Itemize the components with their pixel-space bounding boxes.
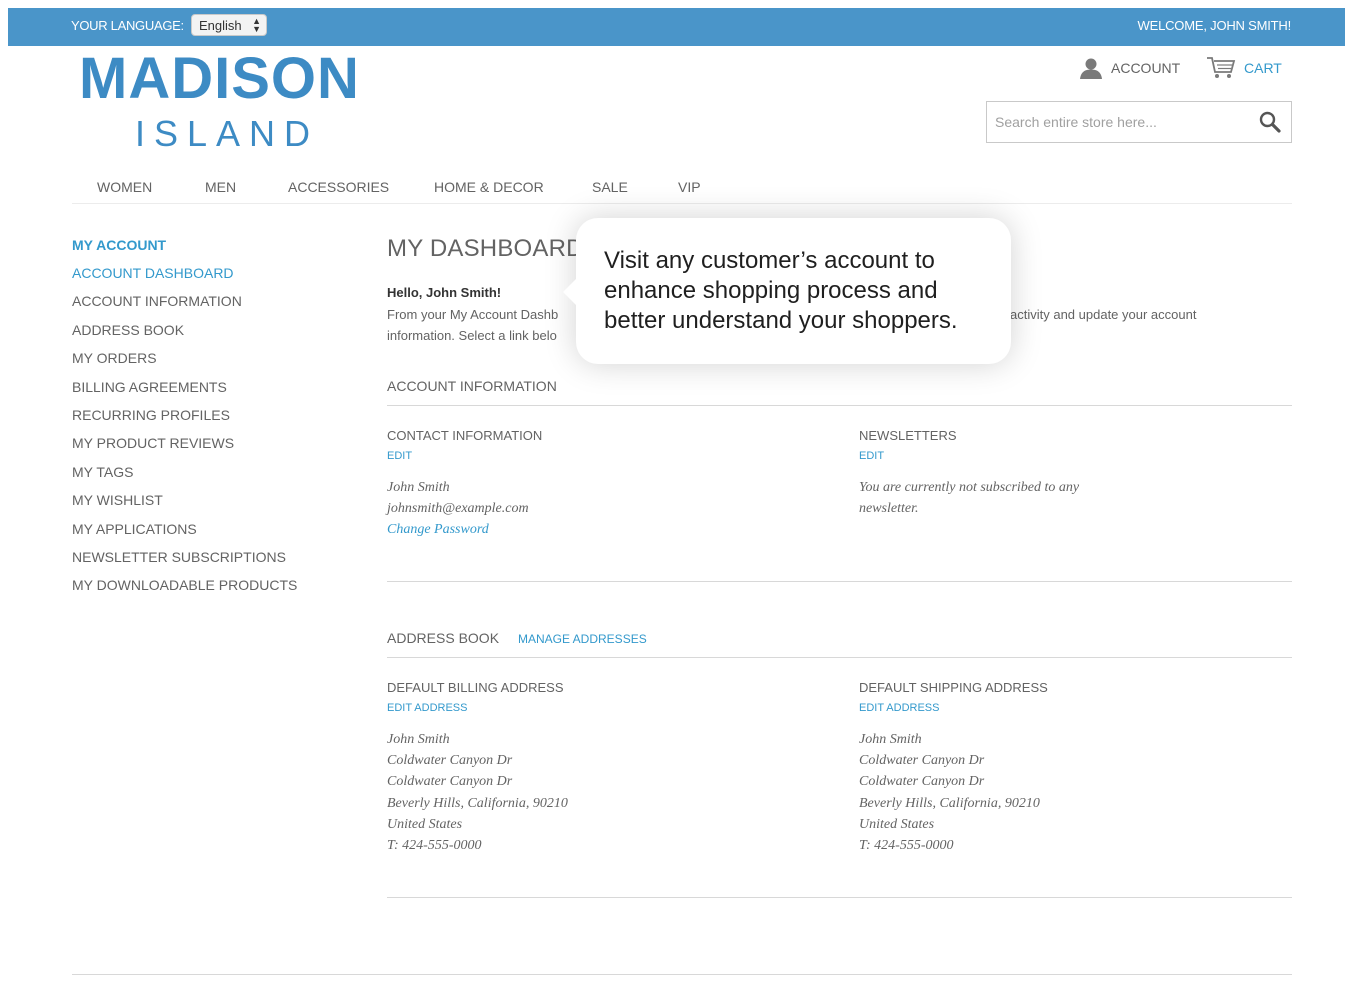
cart-icon — [1207, 57, 1236, 78]
search-box — [986, 101, 1292, 143]
nav-accessories[interactable]: ACCESSORIES — [288, 179, 389, 195]
intro-text-line1: From your My Account Dashb — [387, 307, 559, 322]
sidebar-item-address-book[interactable]: ADDRESS BOOK — [72, 320, 352, 348]
shipping-address-title: DEFAULT SHIPPING ADDRESS — [859, 680, 1048, 695]
billing-line: United States — [387, 816, 463, 832]
sidebar-item-account-information[interactable]: ACCOUNT INFORMATION — [72, 291, 352, 319]
contact-information-title: CONTACT INFORMATION — [387, 428, 543, 443]
search-icon[interactable] — [1259, 111, 1281, 133]
sidebar-item-account-dashboard[interactable]: ACCOUNT DASHBOARD — [72, 263, 352, 291]
contact-email: johnsmith@example.com — [387, 501, 529, 517]
logo-madison[interactable]: MADISON — [79, 48, 360, 110]
account-information-title: ACCOUNT INFORMATION — [387, 378, 557, 394]
billing-address: John Smith Coldwater Canyon Dr Coldwater… — [387, 729, 568, 856]
shipping-line: Coldwater Canyon Dr — [859, 753, 985, 769]
sidebar-item-newsletter-subscriptions[interactable]: NEWSLETTER SUBSCRIPTIONS — [72, 547, 352, 575]
manage-addresses-link[interactable]: MANAGE ADDRESSES — [518, 632, 647, 646]
section-divider — [387, 405, 1292, 406]
section-divider — [387, 657, 1292, 658]
callout-line: Visit any customer’s account to — [604, 247, 935, 274]
newsletter-status-line2: newsletter. — [859, 501, 919, 517]
shipping-edit-address-link[interactable]: EDIT ADDRESS — [859, 702, 940, 714]
callout-line: enhance shopping process and — [604, 277, 938, 304]
sidebar-item-my-wishlist[interactable]: MY WISHLIST — [72, 490, 352, 518]
language-select[interactable]: English ▲ ▼ — [191, 14, 267, 36]
billing-address-title: DEFAULT BILLING ADDRESS — [387, 680, 564, 695]
cart-link[interactable]: CART — [1206, 56, 1282, 80]
change-password-link[interactable]: Change Password — [387, 519, 529, 540]
sidebar-item-billing-agreements[interactable]: BILLING AGREEMENTS — [72, 377, 352, 405]
nav-women[interactable]: WOMEN — [97, 179, 152, 195]
billing-line: John Smith — [387, 732, 450, 747]
language-value: English — [199, 18, 242, 33]
callout-line: better understand your shoppers. — [604, 307, 958, 334]
page-title: MY DASHBOARD — [387, 235, 584, 262]
callout-tooltip: Visit any customer’s account to enhance … — [563, 218, 1011, 364]
account-link[interactable]: ACCOUNT — [1079, 56, 1180, 80]
user-icon — [1080, 58, 1102, 79]
account-label: ACCOUNT — [1111, 60, 1181, 76]
shipping-address: John Smith Coldwater Canyon Dr Coldwater… — [859, 729, 1040, 856]
billing-line: T: 424-555-0000 — [387, 838, 482, 854]
callout-text: Visit any customer’s account to enhance … — [604, 246, 1011, 336]
section-divider — [387, 581, 1292, 582]
language-label: YOUR LANGUAGE: — [71, 18, 184, 33]
section-divider — [387, 897, 1292, 898]
billing-line: Coldwater Canyon Dr — [387, 753, 513, 769]
billing-line: Beverly Hills, California, 90210 — [387, 795, 568, 811]
sidebar-item-my-orders[interactable]: MY ORDERS — [72, 348, 352, 376]
shipping-line: Beverly Hills, California, 90210 — [859, 795, 1040, 811]
sidebar-item-downloadable-products[interactable]: MY DOWNLOADABLE PRODUCTS — [72, 575, 352, 603]
nav-home-decor[interactable]: HOME & DECOR — [434, 179, 544, 195]
contact-edit-link[interactable]: EDIT — [387, 450, 412, 462]
cart-label: CART — [1244, 60, 1282, 76]
newsletters-title: NEWSLETTERS — [859, 428, 957, 443]
greeting: Hello, John Smith! — [387, 285, 502, 300]
shipping-line: Coldwater Canyon Dr — [859, 774, 985, 790]
newsletter-status-line1: You are currently not subscribed to any — [859, 480, 1080, 495]
sidebar-title: MY ACCOUNT — [72, 237, 167, 253]
top-bar: YOUR LANGUAGE: English ▲ ▼ WELCOME, JOHN … — [8, 8, 1345, 46]
sidebar-item-product-reviews[interactable]: MY PRODUCT REVIEWS — [72, 433, 352, 461]
sidebar-item-recurring-profiles[interactable]: RECURRING PROFILES — [72, 405, 352, 433]
footer-divider — [72, 974, 1292, 975]
sidebar-item-my-tags[interactable]: MY TAGS — [72, 462, 352, 490]
contact-details: John Smith johnsmith@example.com Change … — [387, 477, 529, 541]
nav-sale[interactable]: SALE — [592, 179, 628, 195]
shipping-line: T: 424-555-0000 — [859, 838, 954, 854]
intro-text-right: activity and update your account — [1010, 307, 1197, 322]
callout-pointer — [563, 278, 577, 306]
contact-name: John Smith — [387, 480, 450, 495]
shipping-line: John Smith — [859, 732, 922, 747]
address-book-title: ADDRESS BOOK — [387, 630, 500, 646]
newsletter-status: You are currently not subscribed to any … — [859, 477, 1079, 519]
account-sidebar: MY ACCOUNT ACCOUNT DASHBOARD ACCOUNT INF… — [72, 235, 352, 604]
search-input[interactable] — [987, 102, 1247, 142]
nav-men[interactable]: MEN — [205, 179, 236, 195]
newsletters-edit-link[interactable]: EDIT — [859, 450, 884, 462]
select-arrows-icon: ▲ ▼ — [252, 16, 261, 34]
welcome-message: WELCOME, JOHN SMITH! — [1137, 18, 1292, 33]
billing-edit-address-link[interactable]: EDIT ADDRESS — [387, 702, 468, 714]
main-nav: WOMEN MEN ACCESSORIES HOME & DECOR SALE … — [72, 176, 1292, 204]
nav-vip[interactable]: VIP — [678, 179, 701, 195]
intro-text-line2: information. Select a link belo — [387, 328, 557, 343]
billing-line: Coldwater Canyon Dr — [387, 774, 513, 790]
sidebar-item-my-applications[interactable]: MY APPLICATIONS — [72, 519, 352, 547]
shipping-line: United States — [859, 816, 935, 832]
logo-island[interactable]: ISLAND — [135, 114, 319, 154]
